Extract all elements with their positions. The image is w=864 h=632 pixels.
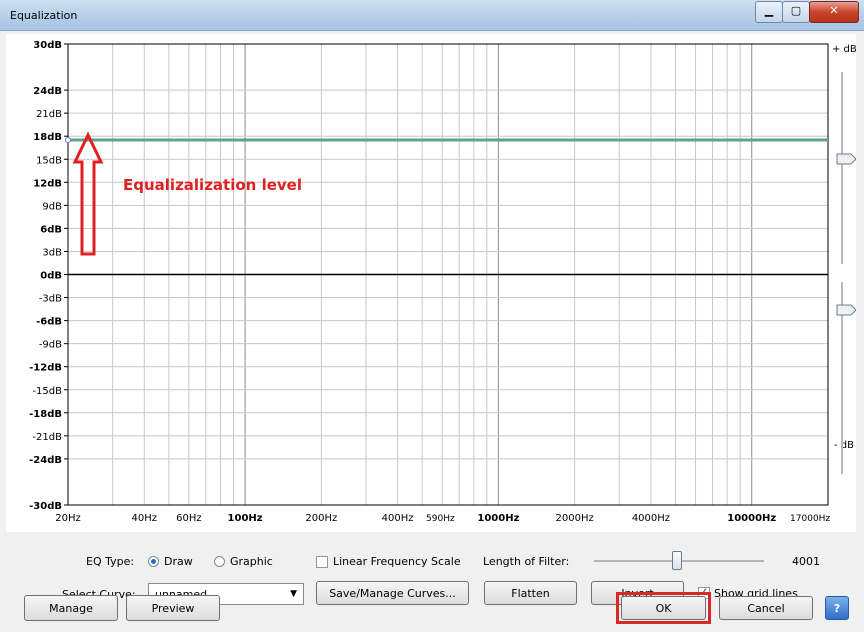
annotation-arrow-icon bbox=[72, 131, 104, 256]
db-tick-label: 24dB bbox=[33, 86, 62, 97]
minimize-icon: ▁ bbox=[764, 4, 774, 17]
help-button[interactable]: ? bbox=[825, 596, 849, 620]
frequency-tick-label: 2000Hz bbox=[556, 513, 594, 524]
eq-plot-panel: 30dB 24dB 21dB 18dB 15dB 12dB 9dB 6dB 3dB 0dB -3dB… bbox=[6, 34, 857, 532]
maximize-button[interactable]: ▢ bbox=[782, 1, 810, 23]
db-tick-label: 12dB bbox=[33, 178, 62, 189]
window-title: Equalization bbox=[10, 9, 78, 22]
linear-frequency-checkbox[interactable] bbox=[316, 556, 328, 568]
save-manage-curves-button[interactable]: Save/Manage Curves... bbox=[316, 581, 469, 605]
db-tick-label: 9dB bbox=[42, 201, 62, 212]
draw-radio-label[interactable]: Draw bbox=[164, 555, 193, 568]
db-tick-label: 30dB bbox=[33, 40, 62, 51]
db-tick-label: 6dB bbox=[40, 224, 62, 235]
gain-min-label: - dB bbox=[834, 440, 854, 451]
min-gain-slider[interactable] bbox=[836, 304, 857, 316]
frequency-tick-label: 100Hz bbox=[228, 513, 263, 524]
graphic-radio-label[interactable]: Graphic bbox=[230, 555, 273, 568]
preview-button[interactable]: Preview bbox=[126, 595, 220, 621]
db-tick-label: -24dB bbox=[29, 455, 62, 466]
max-gain-slider[interactable] bbox=[836, 153, 857, 165]
db-tick-label: -6dB bbox=[36, 317, 62, 328]
title-bar: Equalization ▁ ▢ ✕ bbox=[0, 0, 864, 31]
cancel-button[interactable]: Cancel bbox=[719, 596, 813, 620]
save-manage-curves-label: Save/Manage Curves... bbox=[329, 586, 456, 600]
cancel-label: Cancel bbox=[747, 601, 785, 615]
manage-label: Manage bbox=[49, 601, 93, 615]
curve-control-point[interactable] bbox=[65, 137, 71, 144]
ok-button[interactable]: OK bbox=[621, 596, 706, 620]
db-tick-label: -21dB bbox=[32, 432, 62, 443]
linear-frequency-label[interactable]: Linear Frequency Scale bbox=[333, 555, 461, 568]
frequency-tick-label: 17000Hz bbox=[790, 514, 830, 524]
db-tick-label: -30dB bbox=[29, 501, 62, 512]
frequency-tick-label: 40Hz bbox=[132, 513, 158, 524]
filter-length-slider[interactable] bbox=[672, 551, 682, 570]
db-tick-label: -12dB bbox=[29, 363, 62, 374]
filter-length-label: Length of Filter: bbox=[483, 555, 570, 568]
frequency-tick-label: 4000Hz bbox=[632, 513, 670, 524]
frequency-tick-label: 400Hz bbox=[382, 513, 414, 524]
close-icon: ✕ bbox=[829, 4, 839, 17]
db-tick-label: 21dB bbox=[36, 109, 62, 120]
close-button[interactable]: ✕ bbox=[809, 1, 859, 23]
help-icon: ? bbox=[833, 601, 841, 615]
db-tick-label: -3dB bbox=[39, 294, 62, 305]
ok-label: OK bbox=[655, 601, 672, 615]
frequency-tick-label: 1000Hz bbox=[477, 513, 519, 524]
db-tick-label: 3dB bbox=[42, 247, 62, 258]
db-tick-label: 15dB bbox=[36, 155, 62, 166]
maximize-icon: ▢ bbox=[790, 4, 802, 17]
db-tick-label: 18dB bbox=[33, 132, 62, 143]
graphic-radio[interactable] bbox=[214, 556, 225, 567]
flatten-button[interactable]: Flatten bbox=[484, 581, 577, 605]
frequency-tick-label: 200Hz bbox=[305, 513, 337, 524]
eq-type-label: EQ Type: bbox=[86, 555, 135, 568]
frequency-axis: 20Hz 40Hz 60Hz 100Hz 200Hz 400Hz 590Hz 1000Hz 20… bbox=[55, 513, 830, 524]
gain-max-label: + dB bbox=[832, 44, 856, 55]
annotation-label: Equalizalization level bbox=[123, 176, 302, 194]
filter-length-value: 4001 bbox=[792, 555, 820, 568]
db-tick-label: 0dB bbox=[40, 271, 62, 282]
chevron-down-icon: ▼ bbox=[290, 589, 297, 599]
minimize-button[interactable]: ▁ bbox=[755, 1, 783, 23]
preview-label: Preview bbox=[151, 601, 195, 615]
flatten-label: Flatten bbox=[511, 586, 550, 600]
frequency-tick-label: 590Hz bbox=[426, 514, 455, 524]
frequency-tick-label: 20Hz bbox=[55, 513, 81, 524]
db-tick-label: -9dB bbox=[39, 340, 62, 351]
frequency-tick-label: 10000Hz bbox=[727, 513, 776, 524]
draw-radio[interactable] bbox=[148, 556, 159, 567]
manage-button[interactable]: Manage bbox=[24, 595, 118, 621]
frequency-tick-label: 60Hz bbox=[176, 513, 202, 524]
db-tick-label: -15dB bbox=[32, 386, 62, 397]
eq-plot[interactable]: 30dB 24dB 21dB 18dB 15dB 12dB 9dB 6dB 3dB 0dB -3dB… bbox=[6, 34, 857, 532]
db-tick-label: -18dB bbox=[29, 409, 62, 420]
db-axis: 30dB 24dB 21dB 18dB 15dB 12dB 9dB 6dB 3dB 0dB -3dB… bbox=[29, 40, 68, 512]
